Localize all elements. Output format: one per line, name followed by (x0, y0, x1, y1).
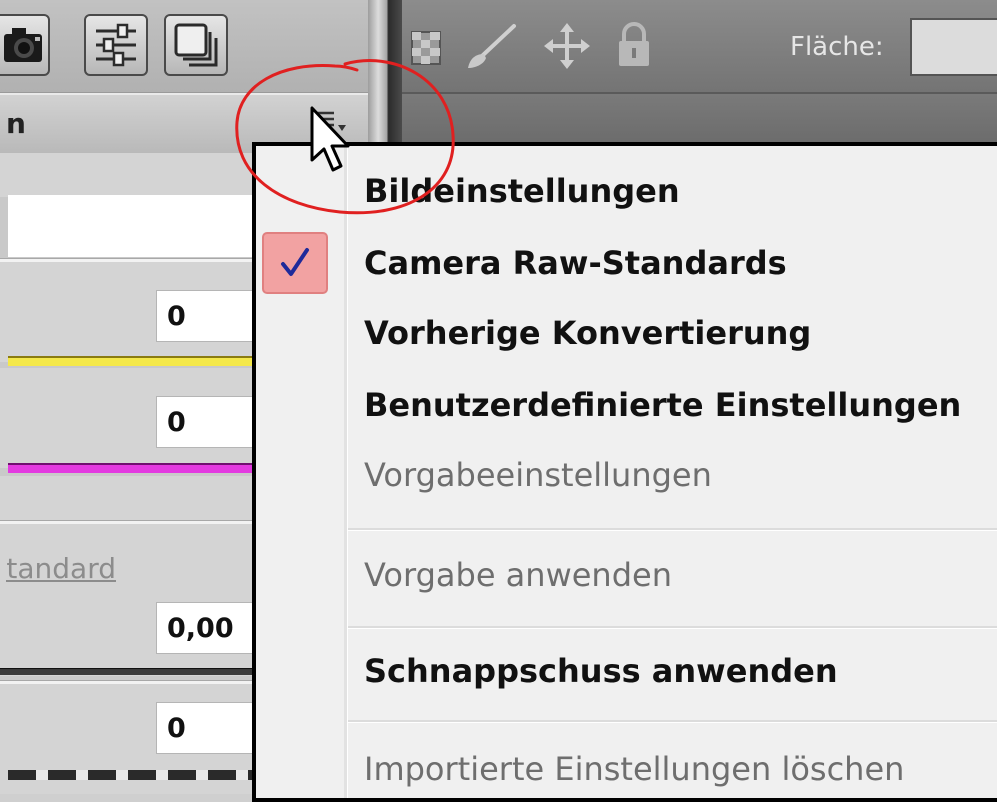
sliders-button[interactable] (84, 14, 148, 76)
row-divider-dark (0, 668, 260, 675)
sliders-icon (96, 23, 136, 67)
menu-separator (348, 626, 997, 629)
yellow-slider-track[interactable] (8, 356, 258, 366)
menu-item-camera-raw-standards[interactable]: Camera Raw-Standards (364, 244, 787, 282)
camera-icon (4, 28, 42, 62)
row-divider (0, 520, 260, 524)
flaeche-input[interactable] (910, 18, 997, 76)
camera-button[interactable] (0, 14, 50, 76)
panel-white-field (8, 195, 258, 257)
menu-item-vorherige-konvertierung[interactable]: Vorherige Konvertierung (364, 314, 811, 352)
settings-dropdown-menu: Bildeinstellungen Camera Raw-Standards V… (252, 142, 997, 802)
options-toolbar: Fläche: (402, 0, 997, 92)
value-field-1[interactable]: 0 (156, 290, 256, 342)
mouse-cursor-icon (310, 106, 350, 172)
menu-item-benutzerdefinierte-einstellungen[interactable]: Benutzerdefinierte Einstellungen (364, 386, 961, 424)
value-field-2[interactable]: 0 (156, 396, 256, 448)
move-icon[interactable] (542, 21, 592, 71)
checkmark-icon (281, 248, 309, 276)
magenta-slider-track[interactable] (8, 463, 258, 473)
standard-link[interactable]: Standard (6, 552, 116, 585)
layers-button[interactable] (164, 14, 228, 76)
gray-slider-track[interactable] (8, 770, 258, 780)
menu-separator (348, 528, 997, 531)
checked-indicator (262, 232, 328, 294)
menu-separator (348, 720, 997, 723)
menu-item-vorgabe-anwenden: Vorgabe anwenden (364, 556, 672, 594)
panel-row (0, 153, 260, 197)
brush-icon[interactable] (462, 22, 522, 72)
value-field-3[interactable]: 0,00 (156, 602, 256, 654)
menu-icon-gutter (344, 146, 348, 798)
layers-icon (174, 23, 218, 67)
menu-item-vorgabeeinstellungen: Vorgabeeinstellungen (364, 456, 712, 494)
panel-title: n (6, 107, 26, 140)
lock-icon[interactable] (614, 20, 654, 70)
menu-item-importierte-einstellungen-loeschen: Importierte Einstellungen löschen (364, 750, 905, 788)
menu-item-schnappschuss-anwenden[interactable]: Schnappschuss anwenden (364, 652, 838, 690)
flaeche-label: Fläche: (790, 32, 884, 62)
value-field-4[interactable]: 0 (156, 702, 256, 754)
